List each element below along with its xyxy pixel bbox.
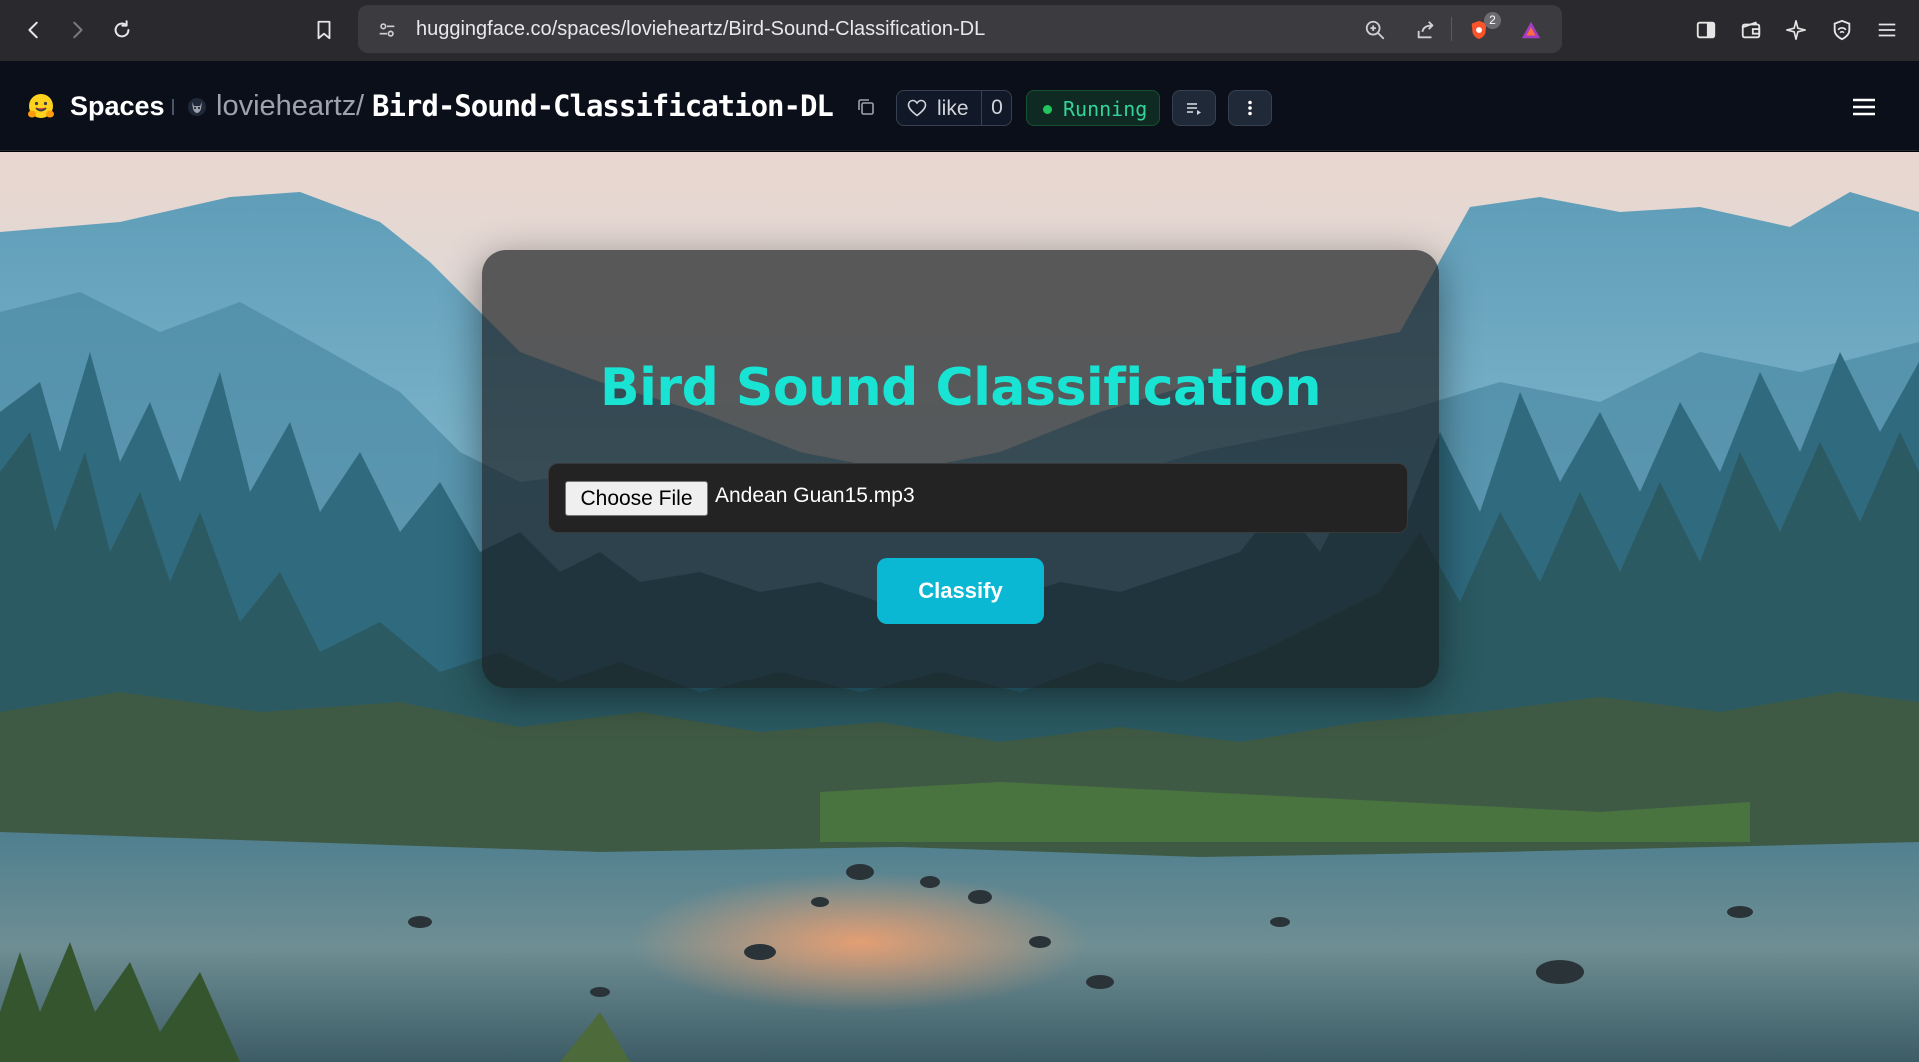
- address-divider: [1451, 17, 1452, 41]
- logs-icon: [1187, 103, 1201, 115]
- selected-file-name: Andean Guan15.mp3: [715, 484, 915, 507]
- url-text: huggingface.co/spaces/lovieheartz/Bird-S…: [416, 18, 986, 40]
- sidebar-icon: [1696, 21, 1716, 39]
- site-info-icon[interactable]: [374, 17, 400, 43]
- back-arrow-icon: [28, 21, 38, 39]
- back-button[interactable]: [18, 14, 50, 46]
- like-count[interactable]: 0: [981, 91, 1012, 125]
- like-group: like 0: [896, 90, 1012, 126]
- file-input[interactable]: Choose File Andean Guan15.mp3: [548, 463, 1408, 533]
- forward-arrow-icon: [73, 21, 83, 39]
- more-vertical-icon: [1248, 100, 1252, 116]
- sidebar-toggle[interactable]: [1690, 14, 1722, 46]
- status-badge[interactable]: Running: [1026, 90, 1160, 126]
- reload-button[interactable]: [106, 14, 138, 46]
- more-options-button[interactable]: [1228, 90, 1272, 126]
- like-label: like: [937, 97, 969, 120]
- hf-header: Spaces lovieheartz / Bird-Sound-Classifi…: [0, 61, 1919, 151]
- reload-icon: [114, 20, 130, 38]
- status-text: Running: [1063, 97, 1148, 121]
- status-dot: [1043, 105, 1052, 114]
- share-icon[interactable]: [1413, 17, 1439, 43]
- menu-icon: [1878, 23, 1896, 37]
- header-divider: [172, 99, 174, 115]
- breadcrumb-separator: /: [356, 90, 365, 122]
- zoom-icon[interactable]: [1362, 17, 1388, 43]
- bookmark-button[interactable]: [308, 14, 340, 46]
- address-bar[interactable]: huggingface.co/spaces/lovieheartz/Bird-S…: [358, 5, 1562, 53]
- copy-icon[interactable]: [856, 97, 876, 117]
- vpn-icon: [1833, 19, 1851, 41]
- choose-file-button[interactable]: Choose File: [565, 481, 708, 516]
- wallet-icon: [1741, 21, 1761, 39]
- classify-button[interactable]: Classify: [877, 558, 1044, 624]
- wallet-button[interactable]: [1735, 14, 1767, 46]
- brave-rewards-icon[interactable]: [1518, 17, 1544, 43]
- heart-icon: [907, 99, 927, 117]
- hugging-face-logo-icon[interactable]: [26, 92, 56, 122]
- hamburger-menu-icon[interactable]: [1850, 94, 1878, 120]
- owner-link[interactable]: lovieheartz: [216, 90, 356, 123]
- app-title: Bird Sound Classification: [599, 358, 1322, 418]
- forward-button[interactable]: [61, 14, 93, 46]
- space-title[interactable]: Bird-Sound-Classification-DL: [372, 89, 834, 123]
- like-button[interactable]: like: [897, 91, 981, 125]
- leo-ai-icon: [1786, 20, 1806, 40]
- spaces-link[interactable]: Spaces: [70, 91, 165, 122]
- browser-menu-button[interactable]: [1871, 14, 1903, 46]
- owner-avatar[interactable]: [187, 97, 207, 117]
- browser-toolbar: huggingface.co/spaces/lovieheartz/Bird-S…: [0, 0, 1919, 61]
- logs-button[interactable]: [1172, 90, 1216, 126]
- vpn-button[interactable]: [1826, 14, 1858, 46]
- classifier-card: Bird Sound Classification Choose File An…: [482, 250, 1439, 688]
- bookmark-icon: [317, 20, 331, 40]
- leo-ai-button[interactable]: [1780, 14, 1812, 46]
- shields-count-badge: 2: [1484, 12, 1501, 29]
